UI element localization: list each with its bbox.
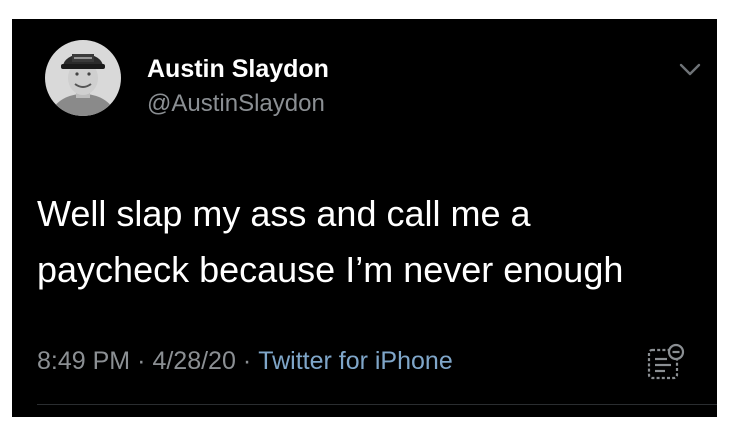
chevron-down-icon[interactable] [679, 62, 701, 78]
tweet-meta: 8:49 PM · 4/28/20 · Twitter for iPhone [37, 347, 453, 376]
avatar-photo [45, 40, 121, 116]
tweet-source-link[interactable]: Twitter for iPhone [258, 347, 453, 375]
meta-separator: · [242, 347, 252, 375]
analytics-icon[interactable] [646, 343, 686, 383]
display-name[interactable]: Austin Slaydon [147, 55, 329, 84]
divider [37, 404, 717, 405]
avatar[interactable] [45, 40, 121, 116]
tweet-text: Well slap my ass and call me a paycheck … [37, 193, 624, 290]
screenshot-frame: Austin Slaydon @AustinSlaydon Well slap … [0, 0, 730, 440]
tweet-time: 8:49 PM [37, 347, 131, 375]
meta-separator: · [137, 347, 146, 375]
tweet-card: Austin Slaydon @AustinSlaydon Well slap … [12, 19, 717, 417]
tweet-date[interactable]: 4/28/20 [152, 347, 235, 375]
user-handle[interactable]: @AustinSlaydon [147, 90, 325, 118]
